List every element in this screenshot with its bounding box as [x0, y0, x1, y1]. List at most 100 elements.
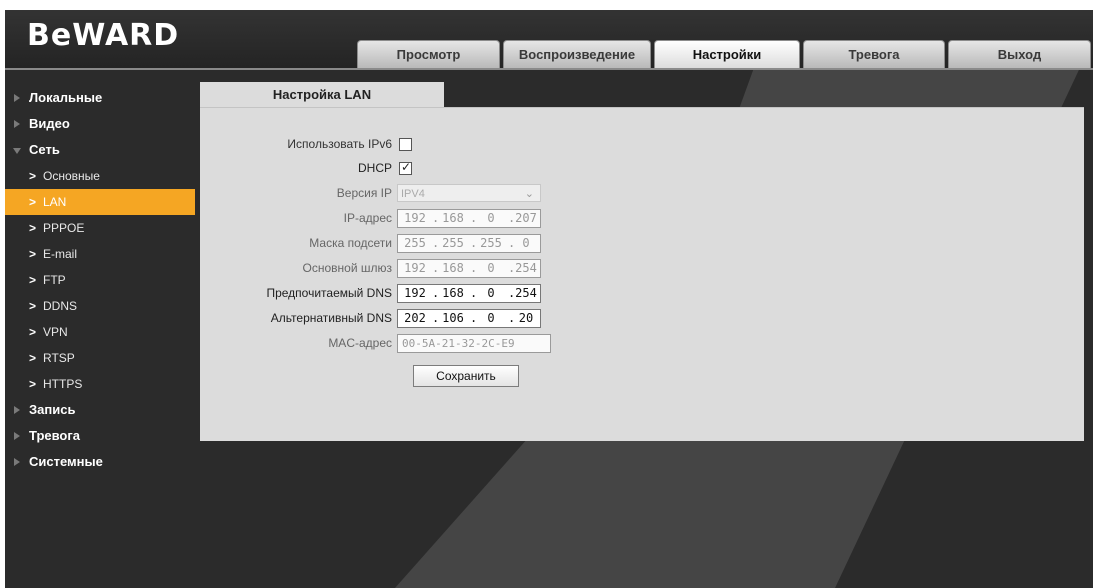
sidebar-item-ddns[interactable]: > DDNS — [5, 293, 195, 319]
ipv6-label: Использовать IPv6 — [287, 137, 392, 151]
subnet-mask-row: Маска подсети — [200, 232, 392, 254]
ip-octet[interactable]: 207 — [511, 211, 541, 225]
sidebar-item-label: Основные — [43, 169, 100, 183]
mac-address-label: MAC-адрес — [328, 336, 392, 350]
preferred-dns-row: Предпочитаемый DNS — [200, 282, 392, 304]
sidebar-item-label: Локальные — [29, 90, 103, 105]
sidebar-item-vpn[interactable]: > VPN — [5, 319, 195, 345]
sidebar-item-label: HTTPS — [43, 377, 83, 391]
triangle-right-icon — [14, 432, 20, 440]
tab-alarm[interactable]: Тревога — [803, 40, 945, 68]
triangle-right-icon — [14, 94, 20, 102]
gateway-input[interactable]: 192. 168. 0. 254 — [397, 259, 541, 278]
ip-octet[interactable]: 106 — [438, 311, 468, 325]
chevron-right-icon: > — [29, 247, 37, 261]
sidebar-item-local[interactable]: Локальные — [5, 85, 195, 111]
sidebar-item-video[interactable]: Видео — [5, 111, 195, 137]
app-frame: BeWARD Просмотр Воспроизведение Настройк… — [5, 10, 1093, 588]
ip-octet[interactable]: 254 — [511, 286, 541, 300]
content-tab-title: Настройка LAN — [200, 82, 444, 107]
tab-playback[interactable]: Воспроизведение — [503, 40, 651, 68]
chevron-right-icon: > — [29, 221, 37, 235]
chevron-right-icon: > — [29, 273, 37, 287]
ip-version-value: IPV4 — [401, 188, 425, 200]
ip-octet[interactable]: 168 — [438, 261, 468, 275]
ip-octet[interactable]: 254 — [511, 261, 541, 275]
triangle-right-icon — [14, 406, 20, 414]
ip-octet[interactable]: 168 — [438, 286, 468, 300]
top-header: BeWARD Просмотр Воспроизведение Настройк… — [5, 10, 1093, 70]
triangle-right-icon — [14, 120, 20, 128]
sidebar-item-email[interactable]: > E-mail — [5, 241, 195, 267]
sidebar-item-label: Тревога — [29, 428, 81, 443]
mac-address-field: 00-5A-21-32-2C-E9 — [397, 334, 551, 353]
ip-octet[interactable]: 168 — [438, 211, 468, 225]
brand-logo: BeWARD — [27, 18, 180, 53]
chevron-right-icon: > — [29, 325, 37, 339]
alternate-dns-label: Альтернативный DNS — [270, 311, 392, 325]
gateway-row: Основной шлюз — [200, 257, 392, 279]
ip-address-label: IP-адрес — [343, 211, 392, 225]
tab-view[interactable]: Просмотр — [357, 40, 500, 68]
dhcp-row: DHCP — [200, 157, 392, 179]
preferred-dns-input[interactable]: 192. 168. 0. 254 — [397, 284, 541, 303]
sidebar-item-https[interactable]: > HTTPS — [5, 371, 195, 397]
sidebar-item-system[interactable]: Системные — [5, 449, 195, 475]
ip-version-label: Версия IP — [336, 186, 392, 200]
save-button[interactable]: Сохранить — [413, 365, 519, 387]
sidebar-item-alarm[interactable]: Тревога — [5, 423, 195, 449]
ip-address-row: IP-адрес — [200, 207, 392, 229]
sidebar-item-lan[interactable]: > LAN — [5, 189, 195, 215]
gateway-label: Основной шлюз — [302, 261, 392, 275]
ip-version-select[interactable]: IPV4 ⌄ — [397, 184, 541, 202]
tab-settings[interactable]: Настройки — [654, 40, 800, 68]
chevron-right-icon: > — [29, 299, 37, 313]
mac-address-row: MAC-адрес — [200, 332, 392, 354]
sidebar-item-label: FTP — [43, 273, 66, 287]
subnet-mask-input[interactable]: 255. 255. 255. 0 — [397, 234, 541, 253]
sidebar: Локальные Видео Сеть > Основные > LAN > … — [5, 85, 195, 475]
sidebar-item-network[interactable]: Сеть — [5, 137, 195, 163]
ip-octet[interactable]: 192 — [400, 286, 430, 300]
alternate-dns-row: Альтернативный DNS — [200, 307, 392, 329]
ip-octet[interactable]: 0 — [476, 311, 506, 325]
sidebar-item-ftp[interactable]: > FTP — [5, 267, 195, 293]
sidebar-item-label: RTSP — [43, 351, 75, 365]
dhcp-label: DHCP — [357, 161, 392, 175]
sidebar-item-record[interactable]: Запись — [5, 397, 195, 423]
ip-octet[interactable]: 255 — [438, 236, 468, 250]
sidebar-item-label: DDNS — [43, 299, 78, 313]
ip-octet[interactable]: 0 — [476, 261, 506, 275]
ip-address-input[interactable]: 192. 168. 0. 207 — [397, 209, 541, 228]
ipv6-row: Использовать IPv6 — [200, 133, 392, 155]
ipv6-checkbox[interactable] — [399, 138, 412, 151]
ip-octet[interactable]: 255 — [400, 236, 430, 250]
sidebar-item-label: Системные — [29, 454, 103, 469]
sidebar-item-label: PPPOE — [43, 221, 85, 235]
ip-octet[interactable]: 0 — [511, 236, 541, 250]
alternate-dns-input[interactable]: 202. 106. 0. 20 — [397, 309, 541, 328]
ip-octet[interactable]: 20 — [511, 311, 541, 325]
sidebar-item-pppoe[interactable]: > PPPOE — [5, 215, 195, 241]
lan-settings-panel: Использовать IPv6 DHCP ✓ Версия IP IPV4 … — [200, 107, 1084, 441]
ip-octet[interactable]: 192 — [400, 261, 430, 275]
triangle-down-icon — [13, 148, 21, 154]
ip-octet[interactable]: 192 — [400, 211, 430, 225]
chevron-down-icon: ⌄ — [524, 188, 534, 200]
ip-octet[interactable]: 0 — [476, 286, 506, 300]
ip-octet[interactable]: 0 — [476, 211, 506, 225]
sidebar-item-label: Сеть — [29, 142, 60, 157]
sidebar-item-label: E-mail — [43, 247, 78, 261]
sidebar-item-rtsp[interactable]: > RTSP — [5, 345, 195, 371]
sidebar-item-label: Запись — [29, 402, 76, 417]
tab-exit[interactable]: Выход — [948, 40, 1091, 68]
ip-octet[interactable]: 202 — [400, 311, 430, 325]
preferred-dns-label: Предпочитаемый DNS — [266, 286, 392, 300]
sidebar-item-basic[interactable]: > Основные — [5, 163, 195, 189]
ip-octet[interactable]: 255 — [476, 236, 506, 250]
chevron-right-icon: > — [29, 377, 37, 391]
ip-version-row: Версия IP — [200, 182, 392, 204]
checkmark-icon: ✓ — [401, 160, 412, 174]
dhcp-checkbox[interactable]: ✓ — [399, 160, 412, 175]
triangle-right-icon — [14, 458, 20, 466]
